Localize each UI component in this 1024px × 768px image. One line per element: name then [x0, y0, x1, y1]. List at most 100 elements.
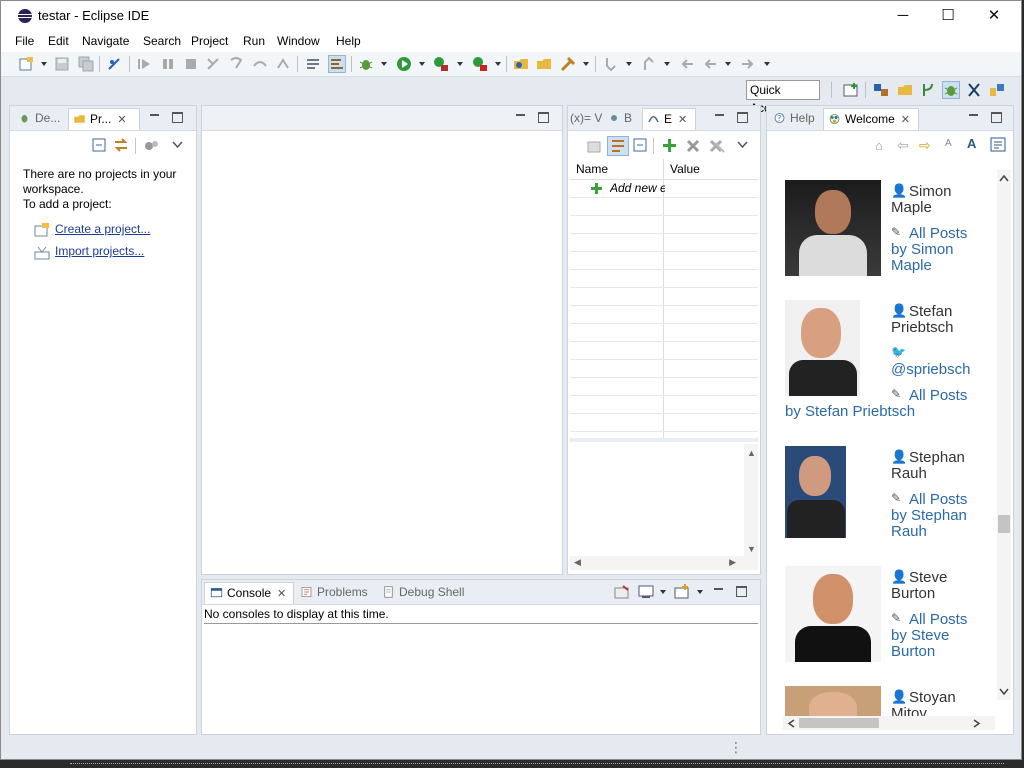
scroll-left-icon[interactable]: ◀ [574, 557, 581, 568]
back-icon[interactable]: ⇦ [897, 137, 909, 154]
step-return-icon[interactable] [275, 56, 291, 72]
save-icon[interactable] [54, 56, 70, 72]
maximize-button[interactable]: ☐ [925, 1, 971, 31]
scroll-up-icon[interactable] [999, 174, 1009, 182]
maximize-view-icon[interactable] [736, 586, 747, 597]
tab-expressions[interactable]: E ✕ [642, 108, 696, 130]
team-perspective-icon[interactable] [989, 82, 1005, 98]
disconnect-icon[interactable] [205, 56, 221, 72]
next-annotation-icon[interactable] [603, 56, 619, 72]
open-perspective-icon[interactable] [843, 82, 859, 98]
close-window-button[interactable]: ✕ [971, 1, 1017, 31]
git-perspective-icon[interactable] [920, 82, 936, 98]
all-posts-link[interactable]: Rauh [891, 524, 927, 540]
external-tools-dropdown-arrow-icon[interactable] [495, 62, 501, 66]
resource-perspective-icon[interactable] [897, 82, 913, 98]
all-posts-link[interactable]: by Steve [891, 628, 949, 644]
pin-console-icon[interactable] [614, 585, 630, 599]
detail-vertical-scrollbar[interactable]: ▲ ▼ [744, 444, 758, 556]
debug-perspective-icon[interactable] [942, 81, 960, 99]
open-type-dropdown-arrow-icon[interactable] [583, 62, 589, 66]
all-posts-link[interactable]: by Stefan Priebtsch [785, 404, 915, 420]
show-logical-structure-icon[interactable] [607, 136, 629, 156]
menu-edit[interactable]: Edit [48, 34, 69, 48]
minimize-view-icon[interactable] [150, 114, 159, 118]
remove-expression-icon[interactable] [686, 139, 700, 153]
open-type-icon[interactable] [560, 56, 576, 72]
add-expression-row[interactable]: Add new e [570, 179, 758, 198]
scroll-down-icon[interactable]: ▼ [747, 544, 756, 554]
coverage-dropdown-arrow-icon[interactable] [457, 62, 463, 66]
debug-icon[interactable] [358, 56, 374, 72]
all-posts-link[interactable]: Burton [891, 644, 935, 660]
back-dropdown-arrow-icon[interactable] [725, 62, 731, 66]
minimize-view-icon[interactable] [714, 588, 723, 592]
tab-project-explorer[interactable]: Pr... ✕ [68, 108, 140, 130]
scrollbar-thumb[interactable] [799, 718, 879, 728]
all-posts-link[interactable]: by Stephan [891, 508, 967, 524]
xml-perspective-icon[interactable] [966, 82, 982, 98]
status-bar-grip[interactable]: ⋮ [729, 739, 743, 756]
quick-access-field[interactable]: Quick Access [746, 80, 820, 115]
welcome-horizontal-scrollbar[interactable] [783, 716, 995, 730]
close-tab-icon[interactable]: ✕ [901, 110, 910, 130]
tab-welcome[interactable]: Welcome ✕ [823, 108, 919, 130]
home-icon[interactable]: ⌂ [875, 138, 883, 153]
minimize-button[interactable]: ─ [880, 1, 926, 31]
display-console-dropdown-arrow-icon[interactable] [660, 590, 666, 594]
forward-icon[interactable] [740, 56, 756, 72]
menu-run[interactable]: Run [243, 34, 265, 48]
run-dropdown-arrow-icon[interactable] [419, 62, 425, 66]
minimize-view-icon[interactable] [969, 114, 978, 118]
terminate-icon[interactable] [183, 56, 199, 72]
scroll-down-icon[interactable] [999, 688, 1009, 696]
menu-project[interactable]: Project [191, 34, 228, 48]
close-tab-icon[interactable]: ✕ [277, 584, 286, 604]
scroll-right-icon[interactable]: ▶ [729, 557, 736, 568]
detail-horizontal-scrollbar[interactable]: ◀ ▶ [570, 556, 758, 570]
show-type-names-icon[interactable] [586, 138, 602, 154]
menu-window[interactable]: Window [277, 34, 320, 48]
all-posts-link[interactable]: Maple [891, 258, 932, 274]
decrease-font-icon[interactable]: A [945, 138, 952, 149]
import-projects-link[interactable]: Import projects... [55, 244, 144, 258]
maximize-view-icon[interactable] [737, 112, 748, 123]
all-posts-link[interactable]: by Simon [891, 242, 954, 258]
close-tab-icon[interactable]: ✕ [117, 110, 126, 130]
all-posts-link[interactable]: All Posts [909, 612, 967, 628]
link-with-editor-icon[interactable] [113, 137, 129, 153]
forward-icon[interactable]: ⇨ [919, 137, 931, 154]
remove-all-expressions-icon[interactable] [709, 139, 725, 153]
next-annotation-dropdown-arrow-icon[interactable] [626, 62, 632, 66]
create-project-link[interactable]: Create a project... [55, 222, 150, 236]
view-menu-icon[interactable] [172, 141, 183, 149]
view-menu-icon[interactable] [737, 141, 748, 149]
menu-navigate[interactable]: Navigate [82, 34, 129, 48]
increase-font-icon[interactable]: A [967, 136, 976, 151]
twitter-handle-link[interactable]: @spriebsch [891, 362, 970, 378]
menu-search[interactable]: Search [143, 34, 181, 48]
tab-console[interactable]: Console ✕ [204, 582, 294, 604]
customize-page-icon[interactable] [990, 137, 1006, 152]
previous-annotation-dropdown-arrow-icon[interactable] [664, 62, 670, 66]
close-tab-icon[interactable]: ✕ [678, 110, 687, 130]
tab-debug[interactable]: De... [14, 108, 72, 130]
scroll-up-icon[interactable]: ▲ [747, 448, 756, 458]
java-ee-perspective-icon[interactable] [873, 82, 889, 98]
step-into-icon[interactable] [228, 56, 244, 72]
new-java-package-icon[interactable] [513, 56, 529, 72]
maximize-view-icon[interactable] [172, 112, 183, 123]
scroll-left-icon[interactable] [787, 719, 795, 728]
tab-debug-shell[interactable]: Debug Shell [380, 582, 472, 604]
suspend-icon[interactable] [160, 56, 176, 72]
add-expression-icon[interactable] [662, 138, 677, 153]
detail-sash[interactable] [570, 438, 758, 442]
detail-pane[interactable]: ▲ ▼ [570, 444, 758, 556]
show-whitespace-icon[interactable] [328, 55, 346, 73]
open-console-dropdown-arrow-icon[interactable] [697, 590, 703, 594]
all-posts-link[interactable]: All Posts [909, 492, 967, 508]
forward-dropdown-arrow-icon[interactable] [764, 62, 770, 66]
coverage-icon[interactable] [433, 56, 449, 72]
all-posts-link[interactable]: All Posts [909, 226, 967, 242]
filters-icon[interactable] [144, 139, 160, 153]
